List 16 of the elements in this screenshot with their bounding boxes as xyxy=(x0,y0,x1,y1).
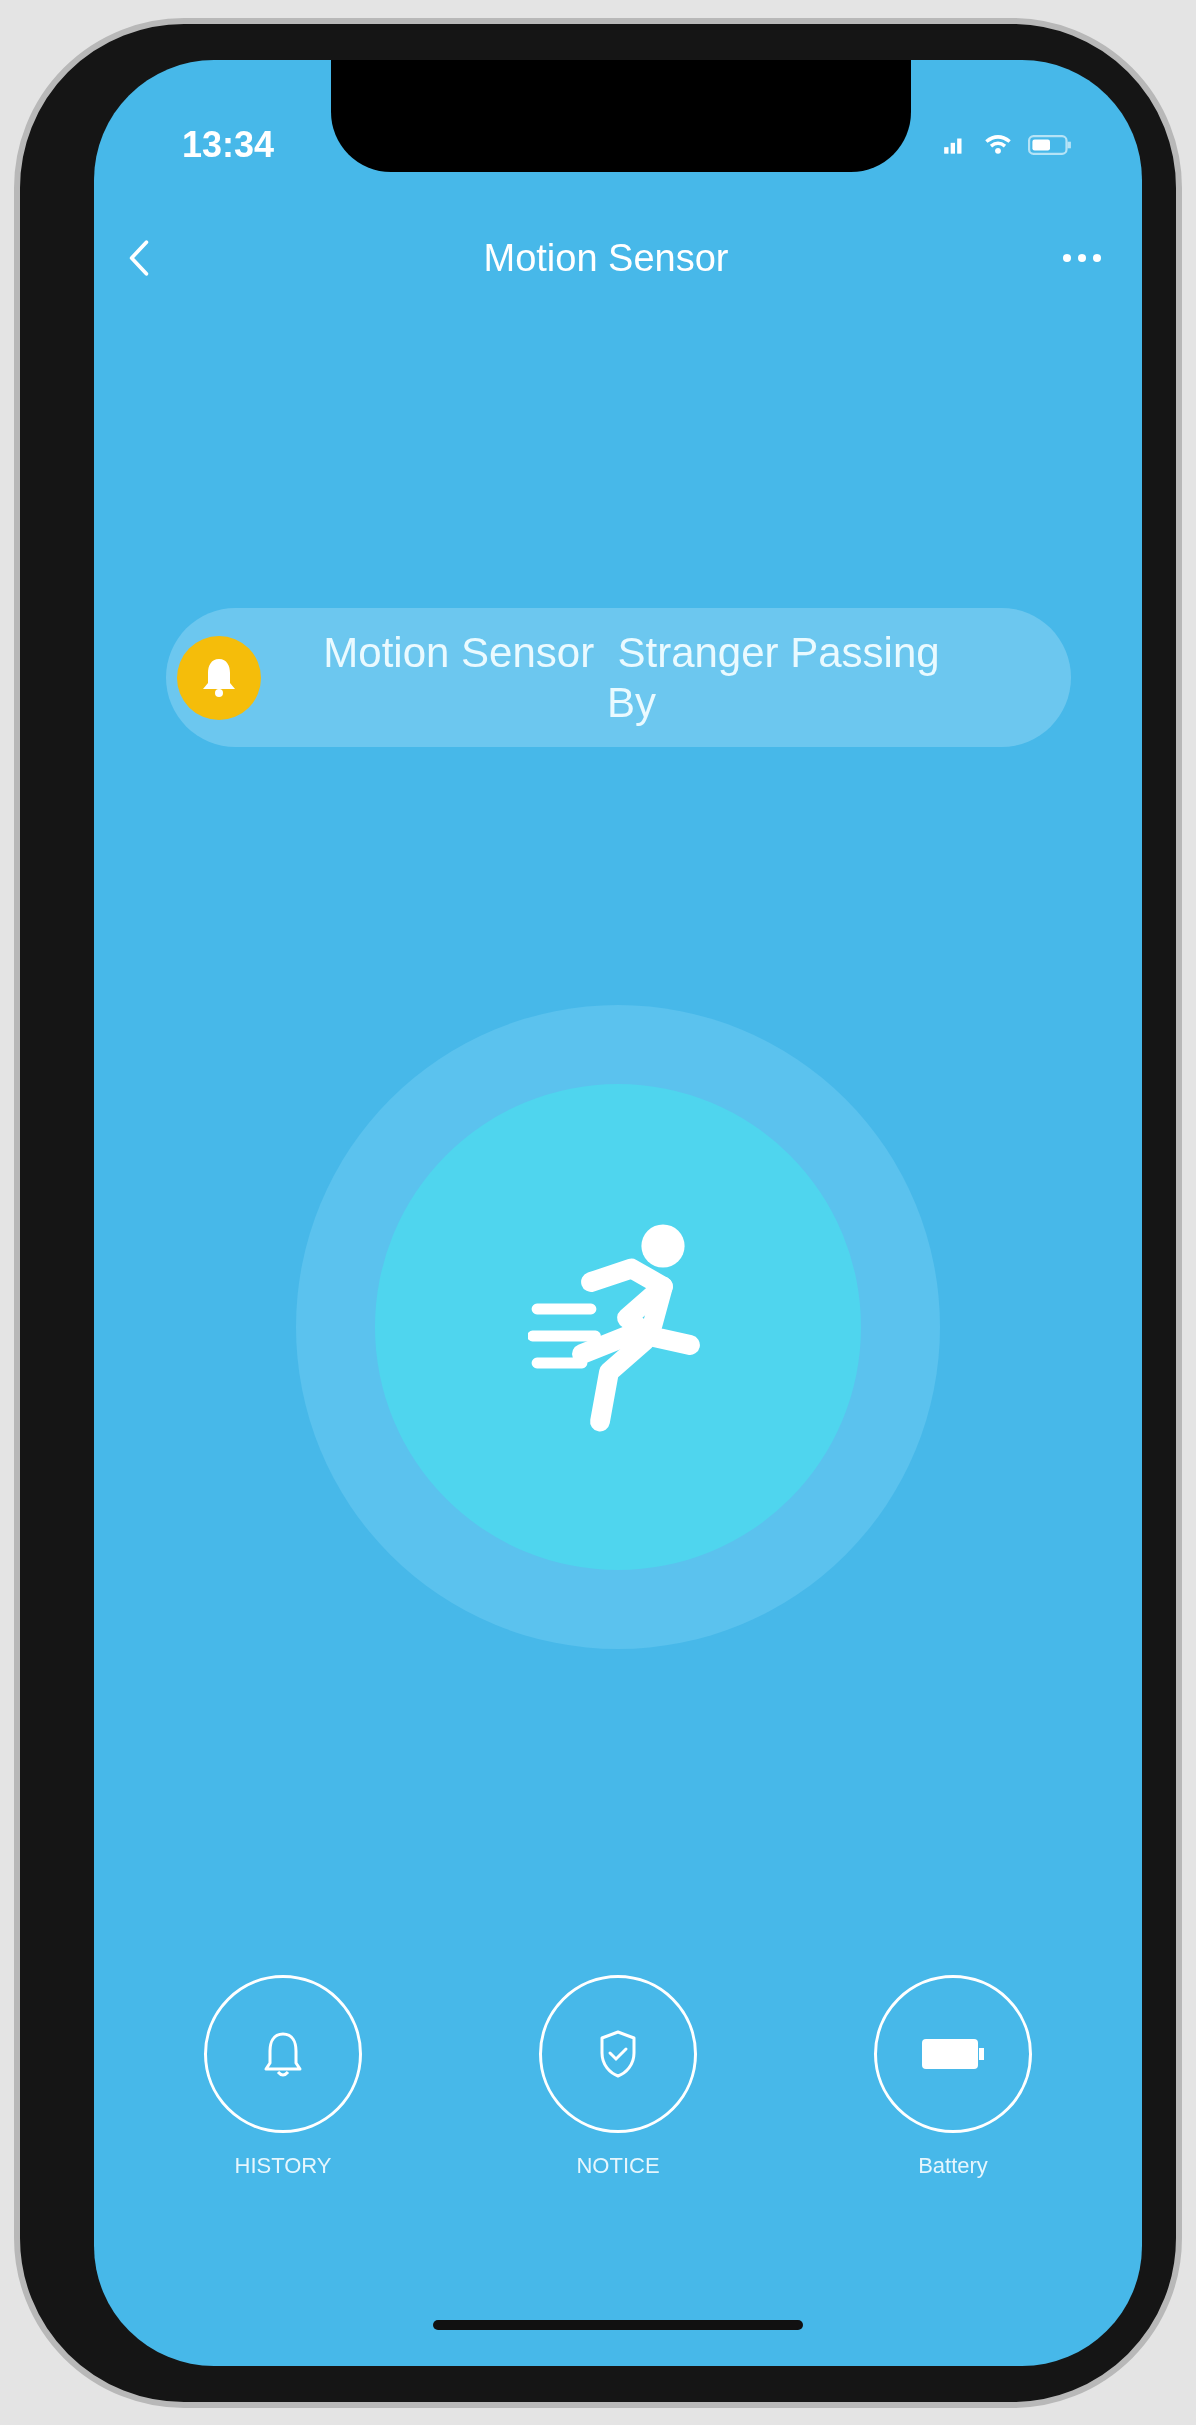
action-label: NOTICE xyxy=(576,2153,660,2179)
alert-text: Motion Sensor Stranger Passing By xyxy=(322,627,941,728)
screen-title: Motion Sensor xyxy=(483,236,729,280)
action-label: Battery xyxy=(918,2153,988,2179)
battery-icon xyxy=(921,2037,985,2071)
back-icon xyxy=(128,239,150,277)
status-time: 13:34 xyxy=(182,124,275,166)
bell-icon xyxy=(175,634,262,721)
shield-check-icon xyxy=(598,2029,638,2079)
wifi-icon xyxy=(984,134,1012,156)
battery-status-icon xyxy=(1028,134,1072,156)
action-label: HISTORY xyxy=(234,2153,332,2179)
more-icon xyxy=(1062,253,1102,263)
history-button[interactable] xyxy=(204,1975,362,2133)
battery-button[interactable] xyxy=(874,1975,1032,2133)
notice-button[interactable] xyxy=(539,1975,697,2133)
